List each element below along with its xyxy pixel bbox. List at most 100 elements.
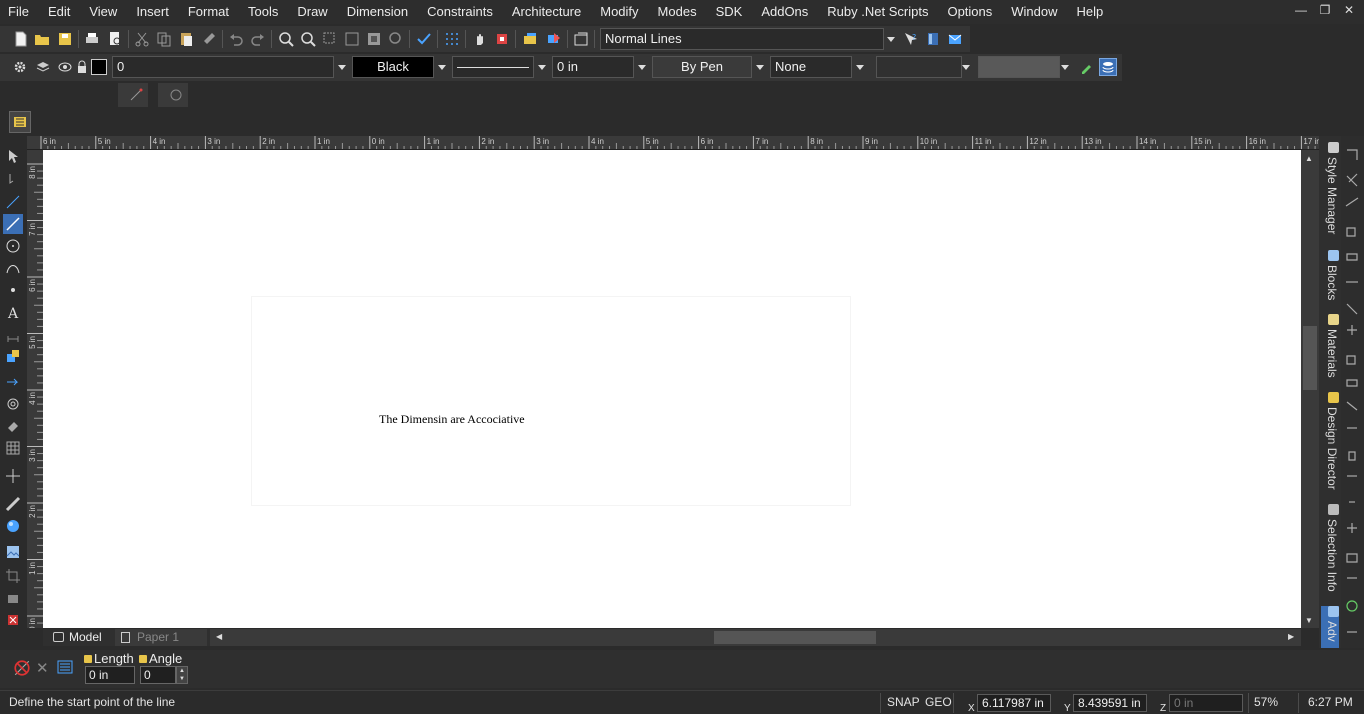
chevron-down-icon[interactable] bbox=[884, 28, 898, 50]
copy-icon[interactable] bbox=[155, 30, 173, 48]
snap-circle-button[interactable] bbox=[158, 83, 188, 107]
menu-constraints[interactable]: Constraints bbox=[417, 0, 502, 24]
properties-icon[interactable] bbox=[572, 30, 590, 48]
menu-dimension[interactable]: Dimension bbox=[337, 0, 417, 24]
menu-options[interactable]: Options bbox=[937, 0, 1001, 24]
gear-icon[interactable] bbox=[11, 58, 29, 76]
undo-icon[interactable] bbox=[227, 30, 245, 48]
tab-blocks[interactable]: Blocks bbox=[1321, 250, 1339, 310]
paste-icon[interactable] bbox=[177, 30, 195, 48]
dimension-tool-icon[interactable] bbox=[5, 326, 21, 342]
zoom-window-icon[interactable] bbox=[321, 30, 339, 48]
visibility-icon[interactable] bbox=[56, 58, 74, 76]
redo-icon[interactable] bbox=[249, 30, 267, 48]
open-folder-icon[interactable] bbox=[33, 30, 51, 48]
menu-modes[interactable]: Modes bbox=[648, 0, 706, 24]
shape-tool-icon[interactable] bbox=[5, 348, 21, 364]
zoom-in-icon[interactable] bbox=[277, 30, 295, 48]
menu-tools[interactable]: Tools bbox=[238, 0, 287, 24]
close-icon[interactable]: ✕ bbox=[36, 659, 49, 677]
tab-design-director[interactable]: Design Director bbox=[1321, 392, 1339, 496]
line-type-select[interactable] bbox=[452, 56, 534, 78]
chevron-down-icon[interactable] bbox=[435, 56, 449, 78]
move-tool-icon[interactable] bbox=[5, 468, 21, 484]
lock-angle-icon[interactable] bbox=[139, 655, 147, 663]
menu-help[interactable]: Help bbox=[1067, 0, 1113, 24]
angle-field[interactable]: 0 bbox=[140, 666, 176, 684]
rotate-tool-icon[interactable] bbox=[5, 396, 21, 412]
minimize-icon[interactable]: — bbox=[1294, 3, 1308, 17]
chevron-down-icon[interactable] bbox=[853, 56, 867, 78]
line-tool-icon[interactable] bbox=[3, 214, 23, 234]
angle-stepper[interactable]: ▲ ▼ bbox=[176, 666, 188, 684]
scroll-left-icon[interactable]: ◀ bbox=[216, 632, 222, 641]
length-field[interactable]: 0 in bbox=[85, 666, 135, 684]
crop-tool-icon[interactable] bbox=[5, 568, 21, 584]
chevron-down-icon[interactable] bbox=[335, 56, 349, 78]
color-select[interactable]: Black bbox=[352, 56, 434, 78]
book-icon[interactable] bbox=[924, 30, 942, 48]
eraser-tool-icon[interactable] bbox=[5, 418, 21, 434]
fill-select[interactable]: None bbox=[770, 56, 852, 78]
cancel-line-icon[interactable] bbox=[13, 659, 31, 677]
new-file-icon[interactable] bbox=[12, 30, 30, 48]
select-arrow-icon[interactable] bbox=[5, 148, 21, 164]
point-tool-icon[interactable] bbox=[5, 282, 21, 298]
vertical-scrollbar[interactable]: ▲ ▼ bbox=[1301, 150, 1319, 628]
zoom-previous-icon[interactable] bbox=[387, 30, 405, 48]
pen-select[interactable]: By Pen bbox=[652, 56, 752, 78]
menu-addons[interactable]: AddOns bbox=[751, 0, 817, 24]
print-icon[interactable] bbox=[83, 30, 101, 48]
menu-draw[interactable]: Draw bbox=[287, 0, 336, 24]
menu-sdk[interactable]: SDK bbox=[706, 0, 752, 24]
lock-length-icon[interactable] bbox=[84, 655, 92, 663]
check-icon[interactable] bbox=[415, 30, 433, 48]
snap-icon[interactable] bbox=[493, 30, 511, 48]
text-tool-icon[interactable]: A bbox=[5, 304, 21, 322]
fill-color-select[interactable] bbox=[978, 56, 1060, 78]
grid-icon[interactable] bbox=[443, 30, 461, 48]
sphere-tool-icon[interactable] bbox=[5, 518, 21, 534]
canvas-text-annotation[interactable]: The Dimensin are Accociative bbox=[379, 412, 525, 427]
close-icon[interactable]: ✕ bbox=[1342, 3, 1356, 17]
tab-selection-info[interactable]: Selection Info bbox=[1321, 504, 1339, 600]
thickness-select[interactable]: 0 in bbox=[552, 56, 634, 78]
chevron-down-icon[interactable] bbox=[1058, 56, 1072, 78]
arc-tool-icon[interactable] bbox=[5, 260, 21, 276]
block-tool-icon[interactable] bbox=[5, 590, 21, 606]
lock-icon[interactable] bbox=[73, 58, 91, 76]
zoom-fit-icon[interactable] bbox=[365, 30, 383, 48]
menu-format[interactable]: Format bbox=[178, 0, 238, 24]
circle-tool-icon[interactable] bbox=[5, 238, 21, 254]
vertical-scroll-thumb[interactable] bbox=[1303, 326, 1317, 390]
menu-window[interactable]: Window bbox=[1001, 0, 1066, 24]
y-coordinate-field[interactable]: 8.439591 in bbox=[1073, 694, 1147, 712]
chevron-down-icon[interactable] bbox=[535, 56, 549, 78]
geo-toggle[interactable]: GEO bbox=[925, 691, 952, 714]
z-coordinate-field[interactable]: 0 in bbox=[1169, 694, 1243, 712]
mail-icon[interactable] bbox=[946, 30, 964, 48]
color-swatch[interactable] bbox=[91, 59, 107, 75]
menu-view[interactable]: View bbox=[79, 0, 126, 24]
point-select-icon[interactable] bbox=[5, 171, 21, 187]
pan-icon[interactable] bbox=[471, 30, 489, 48]
print-preview-icon[interactable] bbox=[106, 30, 124, 48]
layer-stack-icon[interactable] bbox=[1099, 58, 1117, 76]
toolbox-icon[interactable] bbox=[9, 111, 31, 133]
tab-materials[interactable]: Materials bbox=[1321, 314, 1339, 384]
zoom-out-icon[interactable] bbox=[299, 30, 317, 48]
edit-line-icon[interactable] bbox=[5, 194, 21, 210]
tab-paper-1[interactable]: Paper 1 bbox=[115, 629, 207, 646]
line-style-select[interactable]: Normal Lines bbox=[600, 28, 884, 50]
eyedropper-icon[interactable] bbox=[1078, 58, 1096, 76]
menu-insert[interactable]: Insert bbox=[126, 0, 178, 24]
scroll-right-icon[interactable]: ▶ bbox=[1288, 632, 1294, 641]
tab-model[interactable]: Model bbox=[47, 629, 115, 646]
menu-modify[interactable]: Modify bbox=[590, 0, 647, 24]
fill-pattern-select[interactable] bbox=[876, 56, 962, 78]
scroll-down-icon[interactable]: ▼ bbox=[1305, 616, 1313, 625]
drawing-canvas[interactable]: The Dimensin are Accociative bbox=[43, 150, 1301, 628]
delete-tool-icon[interactable] bbox=[5, 612, 21, 628]
zoom-level[interactable]: 57% bbox=[1254, 691, 1278, 714]
chevron-down-icon[interactable] bbox=[635, 56, 649, 78]
